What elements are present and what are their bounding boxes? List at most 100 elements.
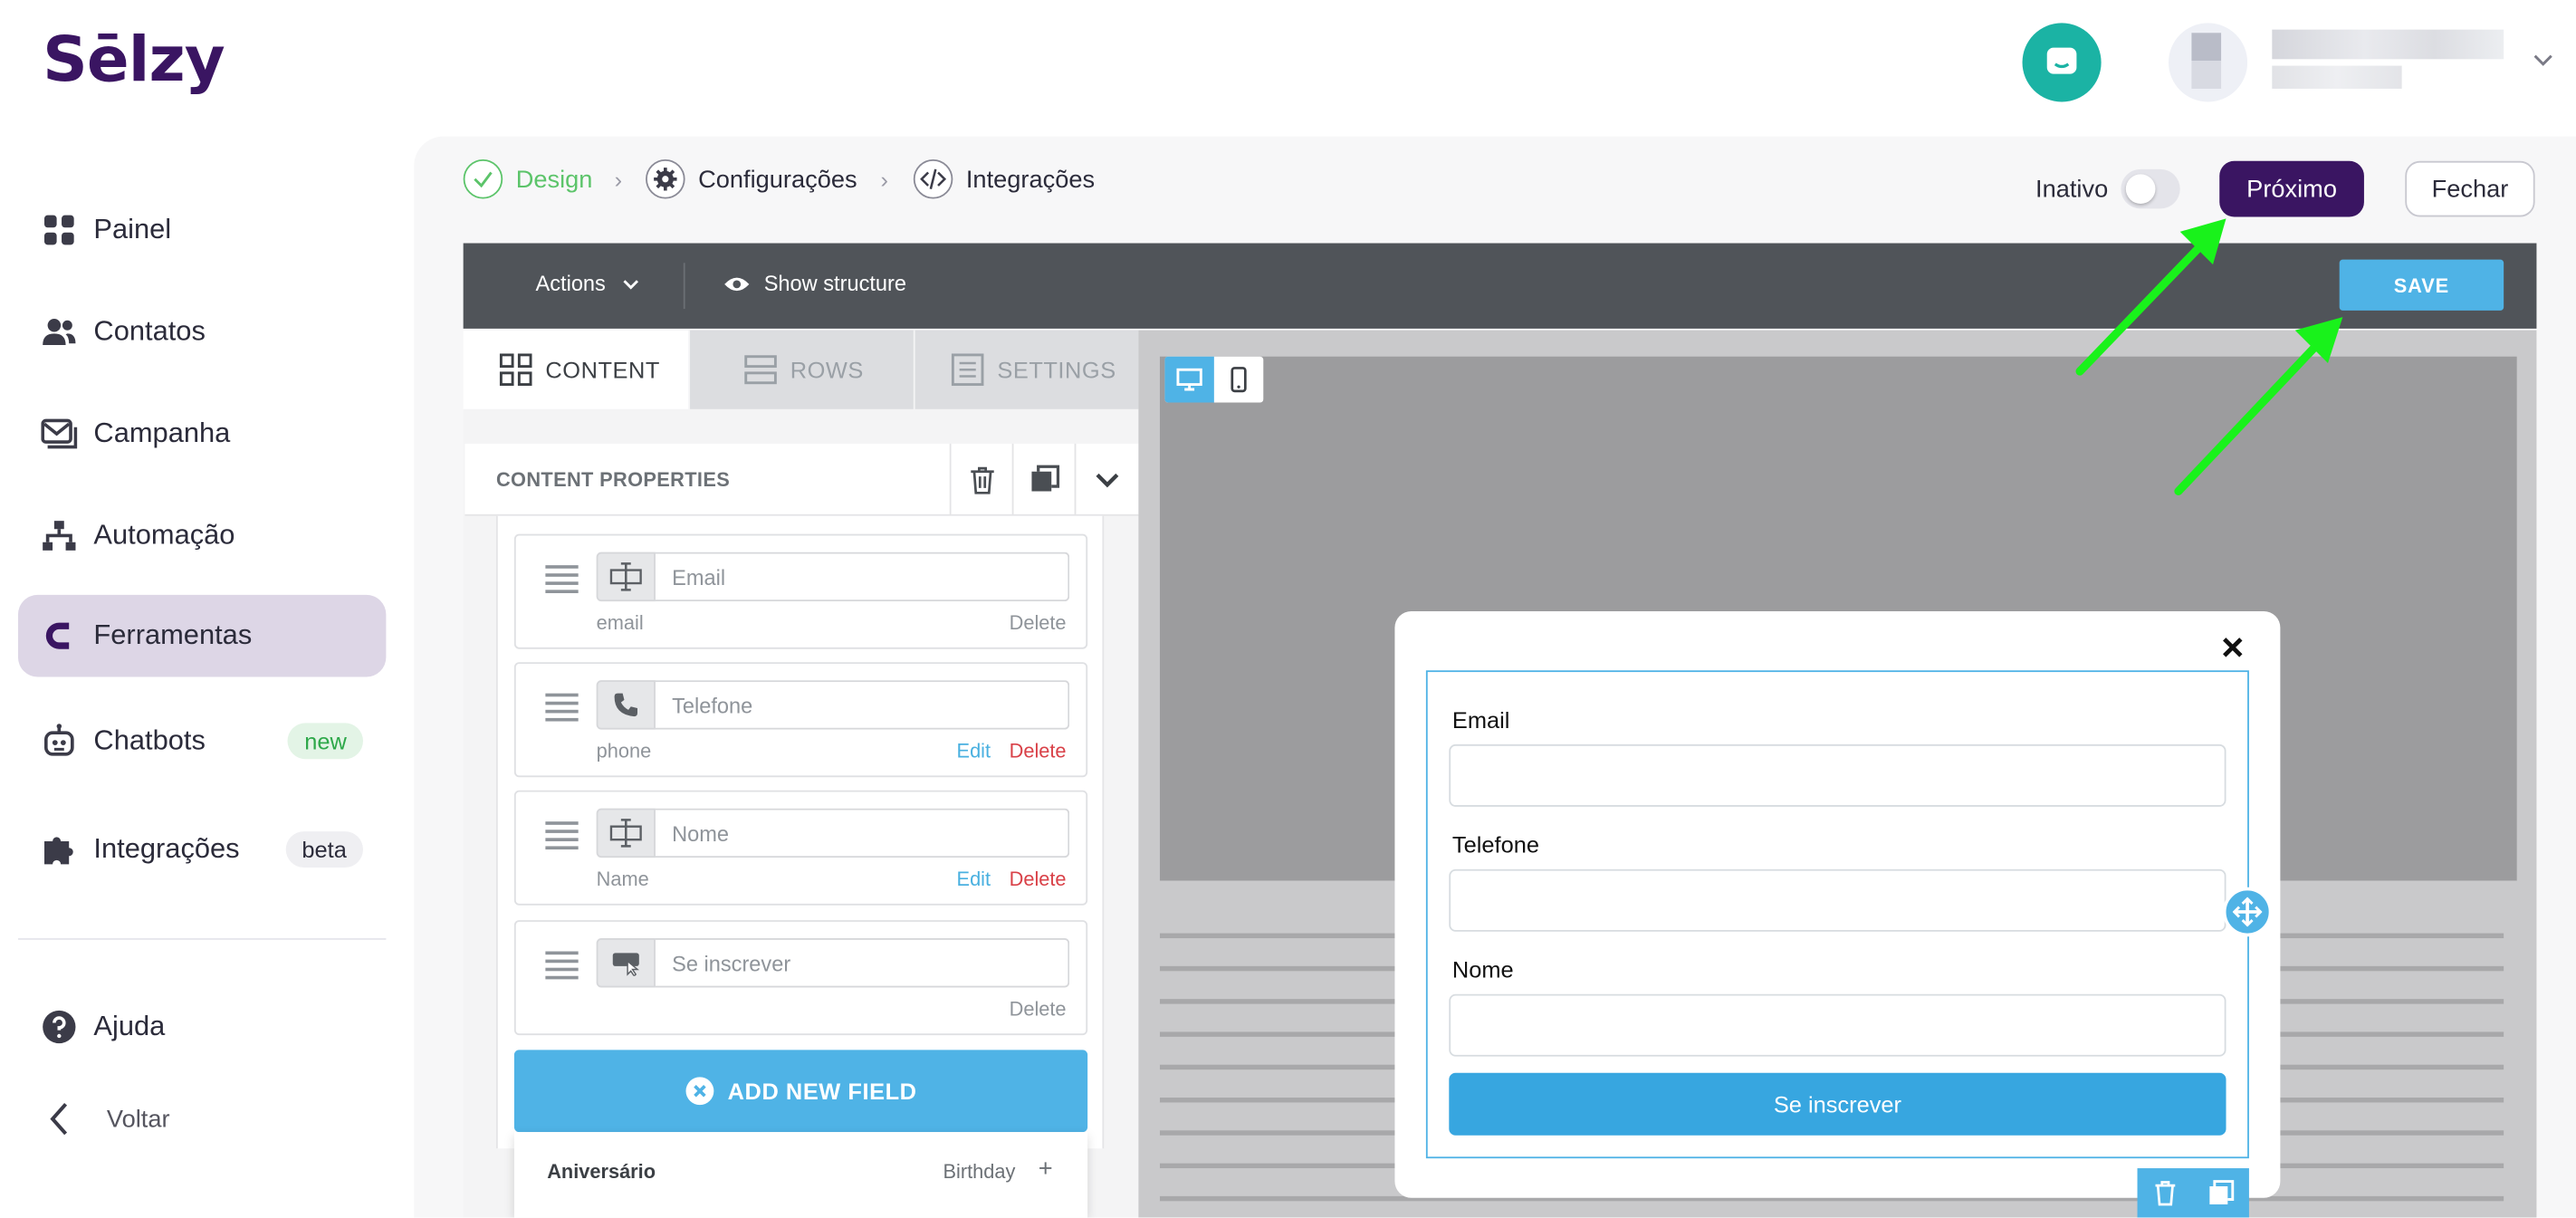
desktop-icon[interactable] xyxy=(1164,356,1214,403)
show-structure-label: Show structure xyxy=(763,271,907,296)
subscribe-button[interactable]: Se inscrever xyxy=(1449,1072,2226,1136)
chevron-left-icon xyxy=(41,1101,77,1137)
field-input-name[interactable]: Nome xyxy=(655,808,1070,858)
delete-link[interactable]: Delete xyxy=(1010,997,1067,1020)
sidebar-item-chatbots[interactable]: Chatbots new xyxy=(18,700,386,782)
content-properties-title: CONTENT PROPERTIES xyxy=(495,468,731,492)
field-key: email xyxy=(596,610,644,635)
step-configuracoes[interactable]: Configurações xyxy=(646,158,857,199)
trash-icon[interactable] xyxy=(2138,1168,2194,1217)
drag-handle-icon[interactable] xyxy=(545,693,579,726)
form-input-phone[interactable] xyxy=(1449,868,2226,932)
save-button[interactable]: SAVE xyxy=(2339,259,2504,311)
tab-label: ROWS xyxy=(790,356,864,383)
drag-handle-icon[interactable] xyxy=(545,565,579,598)
sidebar-item-integracoes[interactable]: Integrações beta xyxy=(18,809,386,891)
add-new-field-button[interactable]: ADD NEW FIELD xyxy=(513,1050,1088,1133)
grid-icon xyxy=(41,212,77,248)
sidebar-item-automacao[interactable]: Automação xyxy=(18,494,386,577)
sidebar-item-label: Automação xyxy=(93,519,235,551)
mobile-icon[interactable] xyxy=(1214,357,1263,403)
puzzle-icon xyxy=(41,831,77,868)
form-input-email[interactable] xyxy=(1449,743,2226,807)
add-circle-icon xyxy=(685,1076,714,1106)
field-card-email[interactable]: Email email Delete xyxy=(513,533,1088,649)
sidebar-back[interactable]: Voltar xyxy=(18,1078,386,1160)
actions-menu[interactable]: Actions xyxy=(535,271,638,296)
sidebar-item-contatos[interactable]: Contatos xyxy=(18,291,386,373)
users-icon xyxy=(41,314,77,350)
field-card-name[interactable]: Nome Name Edit Delete xyxy=(513,790,1088,906)
tab-label: CONTENT xyxy=(545,356,660,383)
mail-icon xyxy=(41,416,78,452)
robot-icon xyxy=(41,723,77,759)
drag-handle-icon[interactable] xyxy=(545,821,579,854)
step-label: Design xyxy=(515,165,593,194)
field-key: phone xyxy=(596,739,652,762)
status-label: Inativo xyxy=(2035,176,2109,204)
sidebar-item-ferramentas[interactable]: Ferramentas xyxy=(17,594,387,677)
chevron-down-icon xyxy=(622,275,638,292)
active-toggle[interactable] xyxy=(2121,168,2180,209)
form-label-email: Email xyxy=(1451,706,1510,734)
field-input-submit[interactable]: Se inscrever xyxy=(655,938,1070,988)
device-toggle xyxy=(1164,356,1264,403)
field-card-submit[interactable]: Se inscrever Delete xyxy=(513,920,1088,1036)
field-input-email[interactable]: Email xyxy=(655,551,1070,602)
tab-rows[interactable]: ROWS xyxy=(690,330,914,409)
delete-link[interactable]: Delete xyxy=(1010,868,1067,890)
plus-icon[interactable]: + xyxy=(1039,1156,1053,1184)
sidebar-item-label: Chatbots xyxy=(93,724,206,756)
tab-content[interactable]: CONTENT xyxy=(463,330,689,409)
collapse-chevron-icon[interactable] xyxy=(1074,443,1137,516)
delete-link[interactable]: Delete xyxy=(1010,739,1067,762)
sidebar-item-label: Contatos xyxy=(93,315,206,347)
tab-settings[interactable]: SETTINGS xyxy=(915,330,1139,409)
grid-outline-icon xyxy=(499,353,532,387)
submit-button-icon xyxy=(596,938,656,988)
next-button[interactable]: Próximo xyxy=(2219,160,2364,217)
sidebar-item-label: Campanha xyxy=(93,417,231,449)
settings-list-icon xyxy=(951,353,984,387)
beta-badge: beta xyxy=(285,831,363,868)
chevron-right-icon: › xyxy=(880,166,888,193)
close-button[interactable]: Fechar xyxy=(2405,160,2535,217)
dropdown-item-label[interactable]: Aniversário xyxy=(547,1160,656,1183)
move-handle-icon[interactable] xyxy=(2222,887,2273,937)
sidebar-item-ajuda[interactable]: Ajuda xyxy=(18,986,386,1069)
brand-logo[interactable]: Sēlzy xyxy=(43,23,225,95)
chat-button[interactable] xyxy=(2022,23,2102,102)
edit-link[interactable]: Edit xyxy=(957,868,991,890)
trash-icon[interactable] xyxy=(949,443,1012,516)
field-input-phone[interactable]: Telefone xyxy=(655,680,1070,730)
sidebar-item-label: Voltar xyxy=(106,1105,170,1134)
actions-label: Actions xyxy=(535,271,606,296)
chevron-right-icon: › xyxy=(614,166,623,193)
sidebar-item-campanha[interactable]: Campanha xyxy=(18,393,386,475)
sidebar-item-painel[interactable]: Painel xyxy=(18,189,386,272)
chevron-down-icon[interactable] xyxy=(2530,46,2556,72)
sidebar-divider xyxy=(17,938,387,940)
avatar[interactable] xyxy=(2169,23,2248,102)
show-structure-button[interactable]: Show structure xyxy=(723,271,907,296)
phone-icon xyxy=(596,680,656,730)
eye-icon xyxy=(723,273,751,293)
chat-bubble-icon xyxy=(2044,44,2080,81)
close-icon[interactable] xyxy=(2221,636,2244,658)
form-input-name[interactable] xyxy=(1449,993,2226,1057)
delete-link[interactable]: Delete xyxy=(1010,611,1067,634)
dropdown-item-type: Birthday xyxy=(943,1159,1016,1184)
sidebar-item-label: Painel xyxy=(93,213,172,245)
edit-link[interactable]: Edit xyxy=(957,739,991,762)
field-card-phone[interactable]: Telefone phone Edit Delete xyxy=(513,662,1088,778)
sidebar-item-label: Ajuda xyxy=(93,1010,166,1042)
add-new-field-label: ADD NEW FIELD xyxy=(727,1078,917,1105)
field-key: Name xyxy=(596,868,649,891)
drag-handle-icon[interactable] xyxy=(545,951,579,984)
check-icon xyxy=(463,158,503,199)
form-label-name: Nome xyxy=(1451,955,1514,983)
step-integracoes[interactable]: Integrações xyxy=(913,158,1095,199)
duplicate-icon[interactable] xyxy=(1011,443,1075,516)
duplicate-icon[interactable] xyxy=(2193,1168,2249,1217)
step-design[interactable]: Design xyxy=(463,158,593,199)
